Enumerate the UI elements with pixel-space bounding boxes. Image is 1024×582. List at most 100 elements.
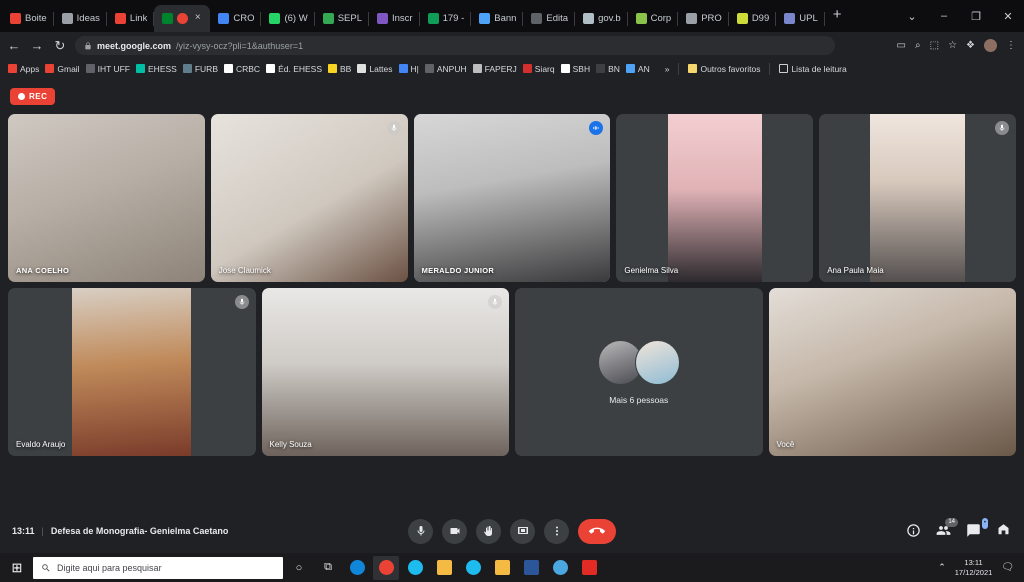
browser-tab[interactable]: Edita xyxy=(523,5,575,32)
raise-hand-button[interactable] xyxy=(476,519,501,544)
reload-icon[interactable]: ↻ xyxy=(52,39,68,52)
participant-tile[interactable]: Kelly Souza xyxy=(262,288,510,456)
present-screen-button[interactable] xyxy=(510,519,535,544)
participant-tile[interactable]: Você xyxy=(769,288,1017,456)
browser-tab[interactable]: 179 - xyxy=(420,5,472,32)
share-icon[interactable]: ⬚ xyxy=(930,40,939,51)
participant-tile[interactable]: Ana Paula Maia xyxy=(819,114,1016,282)
task-view-icon[interactable]: ⧉ xyxy=(315,556,341,580)
tray-chevron-icon[interactable]: ⌃ xyxy=(938,562,946,573)
taskbar-search-input[interactable]: Digite aqui para pesquisar xyxy=(33,557,283,579)
browser-tab[interactable]: D99 xyxy=(729,5,776,32)
browser-tab[interactable]: Inscr xyxy=(369,5,420,32)
more-options-button[interactable] xyxy=(544,519,569,544)
meeting-time: 13:11 xyxy=(12,526,35,536)
participant-tile[interactable]: ANA COELHO xyxy=(8,114,205,282)
reading-list-button[interactable]: Lista de leitura xyxy=(776,64,849,74)
new-tab-button[interactable]: + xyxy=(825,7,850,26)
activities-button[interactable] xyxy=(996,523,1012,539)
browser-tab[interactable]: Ideas xyxy=(54,5,107,32)
bookmark-item[interactable]: IHT UFF xyxy=(83,64,133,74)
meeting-details-button[interactable] xyxy=(906,523,922,539)
media-cast-icon[interactable]: ▭ xyxy=(897,40,906,51)
bookmark-item[interactable]: ANPUH xyxy=(422,64,470,74)
forward-icon[interactable]: → xyxy=(29,39,45,52)
browser-tab[interactable]: gov.b xyxy=(575,5,628,32)
taskbar-app-button[interactable] xyxy=(344,556,370,580)
minimize-button[interactable]: – xyxy=(928,10,960,22)
browser-tab[interactable]: UPL xyxy=(776,5,824,32)
bookmark-item[interactable]: Siarq xyxy=(520,64,558,74)
camera-icon xyxy=(449,525,461,537)
chrome-menu-icon[interactable]: ⋮ xyxy=(1006,40,1016,51)
tab-search-button[interactable]: ⌄ xyxy=(896,10,928,23)
browser-window: BoiteIdeasLink × CRO(6) WSEPLInscr179 -Ban… xyxy=(0,0,1024,553)
back-icon[interactable]: ← xyxy=(6,39,22,52)
cortana-icon[interactable]: ○ xyxy=(286,556,312,580)
browser-tab[interactable]: Corp xyxy=(628,5,679,32)
bookmark-item[interactable]: SBH xyxy=(558,64,593,74)
bookmark-item[interactable]: BN xyxy=(593,64,623,74)
start-button[interactable]: ⊞ xyxy=(4,560,30,576)
taskbar-app-button[interactable] xyxy=(402,556,428,580)
extensions-puzzle-icon[interactable]: ❖ xyxy=(966,40,975,51)
browser-tab[interactable]: Boite xyxy=(2,5,54,32)
chat-button[interactable]: • xyxy=(966,523,982,539)
maximize-button[interactable]: ❐ xyxy=(960,10,992,23)
participant-tile[interactable]: MERALDO JUNIOR xyxy=(414,114,611,282)
more-participants-tile[interactable]: Mais 6 pessoas xyxy=(515,288,763,456)
browser-tab[interactable]: Link xyxy=(107,5,154,32)
taskbar-app-button[interactable] xyxy=(431,556,457,580)
bookmark-item[interactable]: CRBC xyxy=(221,64,263,74)
notification-icon[interactable]: 🗨 xyxy=(1001,562,1014,573)
bookmark-item[interactable]: H| xyxy=(396,64,422,74)
clock-date: 17/12/2021 xyxy=(955,568,993,578)
meeting-info-separator: | xyxy=(42,526,44,536)
browser-tab[interactable]: × xyxy=(154,5,210,32)
bookmark-item[interactable]: BB xyxy=(325,64,354,74)
taskbar-app-button[interactable] xyxy=(518,556,544,580)
participant-tile[interactable]: Jose Claumick xyxy=(211,114,408,282)
check-icon xyxy=(323,13,334,24)
browser-tab[interactable]: (6) W xyxy=(261,5,314,32)
other-bookmarks-folder[interactable]: Outros favoritos xyxy=(685,64,763,74)
taskbar-app-button[interactable] xyxy=(576,556,602,580)
browser-tab[interactable]: PRO xyxy=(678,5,729,32)
tab-close-button[interactable]: × xyxy=(192,13,203,24)
address-bar[interactable]: meet.google.com/yiz-vysy-ocz?pli=1&authu… xyxy=(75,36,835,55)
bookmark-item[interactable]: FAPERJ xyxy=(470,64,520,74)
participant-tile[interactable]: Genielma Silva xyxy=(616,114,813,282)
bookmark-item[interactable]: Apps xyxy=(5,64,42,74)
page-icon xyxy=(425,64,434,73)
participant-grid: ANA COELHOJose ClaumickMERALDO JUNIORGen… xyxy=(0,114,1024,509)
profile-avatar[interactable] xyxy=(984,39,997,52)
close-window-button[interactable]: ✕ xyxy=(992,10,1024,23)
camera-button[interactable] xyxy=(442,519,467,544)
search-icon[interactable]: ⌕ xyxy=(915,40,921,51)
taskbar-app-button[interactable] xyxy=(489,556,515,580)
participant-tile[interactable]: Evaldo Araujo xyxy=(8,288,256,456)
leave-call-button[interactable] xyxy=(578,519,616,544)
bookmark-label: Gmail xyxy=(57,64,79,74)
taskbar-app-button[interactable] xyxy=(547,556,573,580)
bookmark-star-icon[interactable]: ☆ xyxy=(948,40,957,51)
bookmark-item[interactable]: FURB xyxy=(180,64,221,74)
browser-tab[interactable]: CRO xyxy=(210,5,261,32)
taskbar-app-button[interactable] xyxy=(373,556,399,580)
page-icon xyxy=(86,64,95,73)
bookmarks-overflow-button[interactable]: » xyxy=(662,64,673,74)
google-meet-app: REC ANA COELHOJose ClaumickMERALDO JUNIO… xyxy=(0,78,1024,553)
bookmark-item[interactable]: AN xyxy=(623,64,653,74)
bookmark-item[interactable]: Lattes xyxy=(354,64,395,74)
gov-icon xyxy=(583,13,594,24)
bookmark-item[interactable]: EHESS xyxy=(133,64,180,74)
bookmark-item[interactable]: Gmail xyxy=(42,64,82,74)
participants-button[interactable]: 14 xyxy=(936,523,952,539)
recording-bar: REC xyxy=(0,78,1024,114)
browser-tab[interactable]: SEPL xyxy=(315,5,369,32)
microphone-button[interactable] xyxy=(408,519,433,544)
browser-tab[interactable]: Bann xyxy=(471,5,523,32)
taskbar-clock[interactable]: 13:11 17/12/2021 xyxy=(955,558,993,578)
taskbar-app-button[interactable] xyxy=(460,556,486,580)
bookmark-item[interactable]: Éd. EHESS xyxy=(263,64,325,74)
